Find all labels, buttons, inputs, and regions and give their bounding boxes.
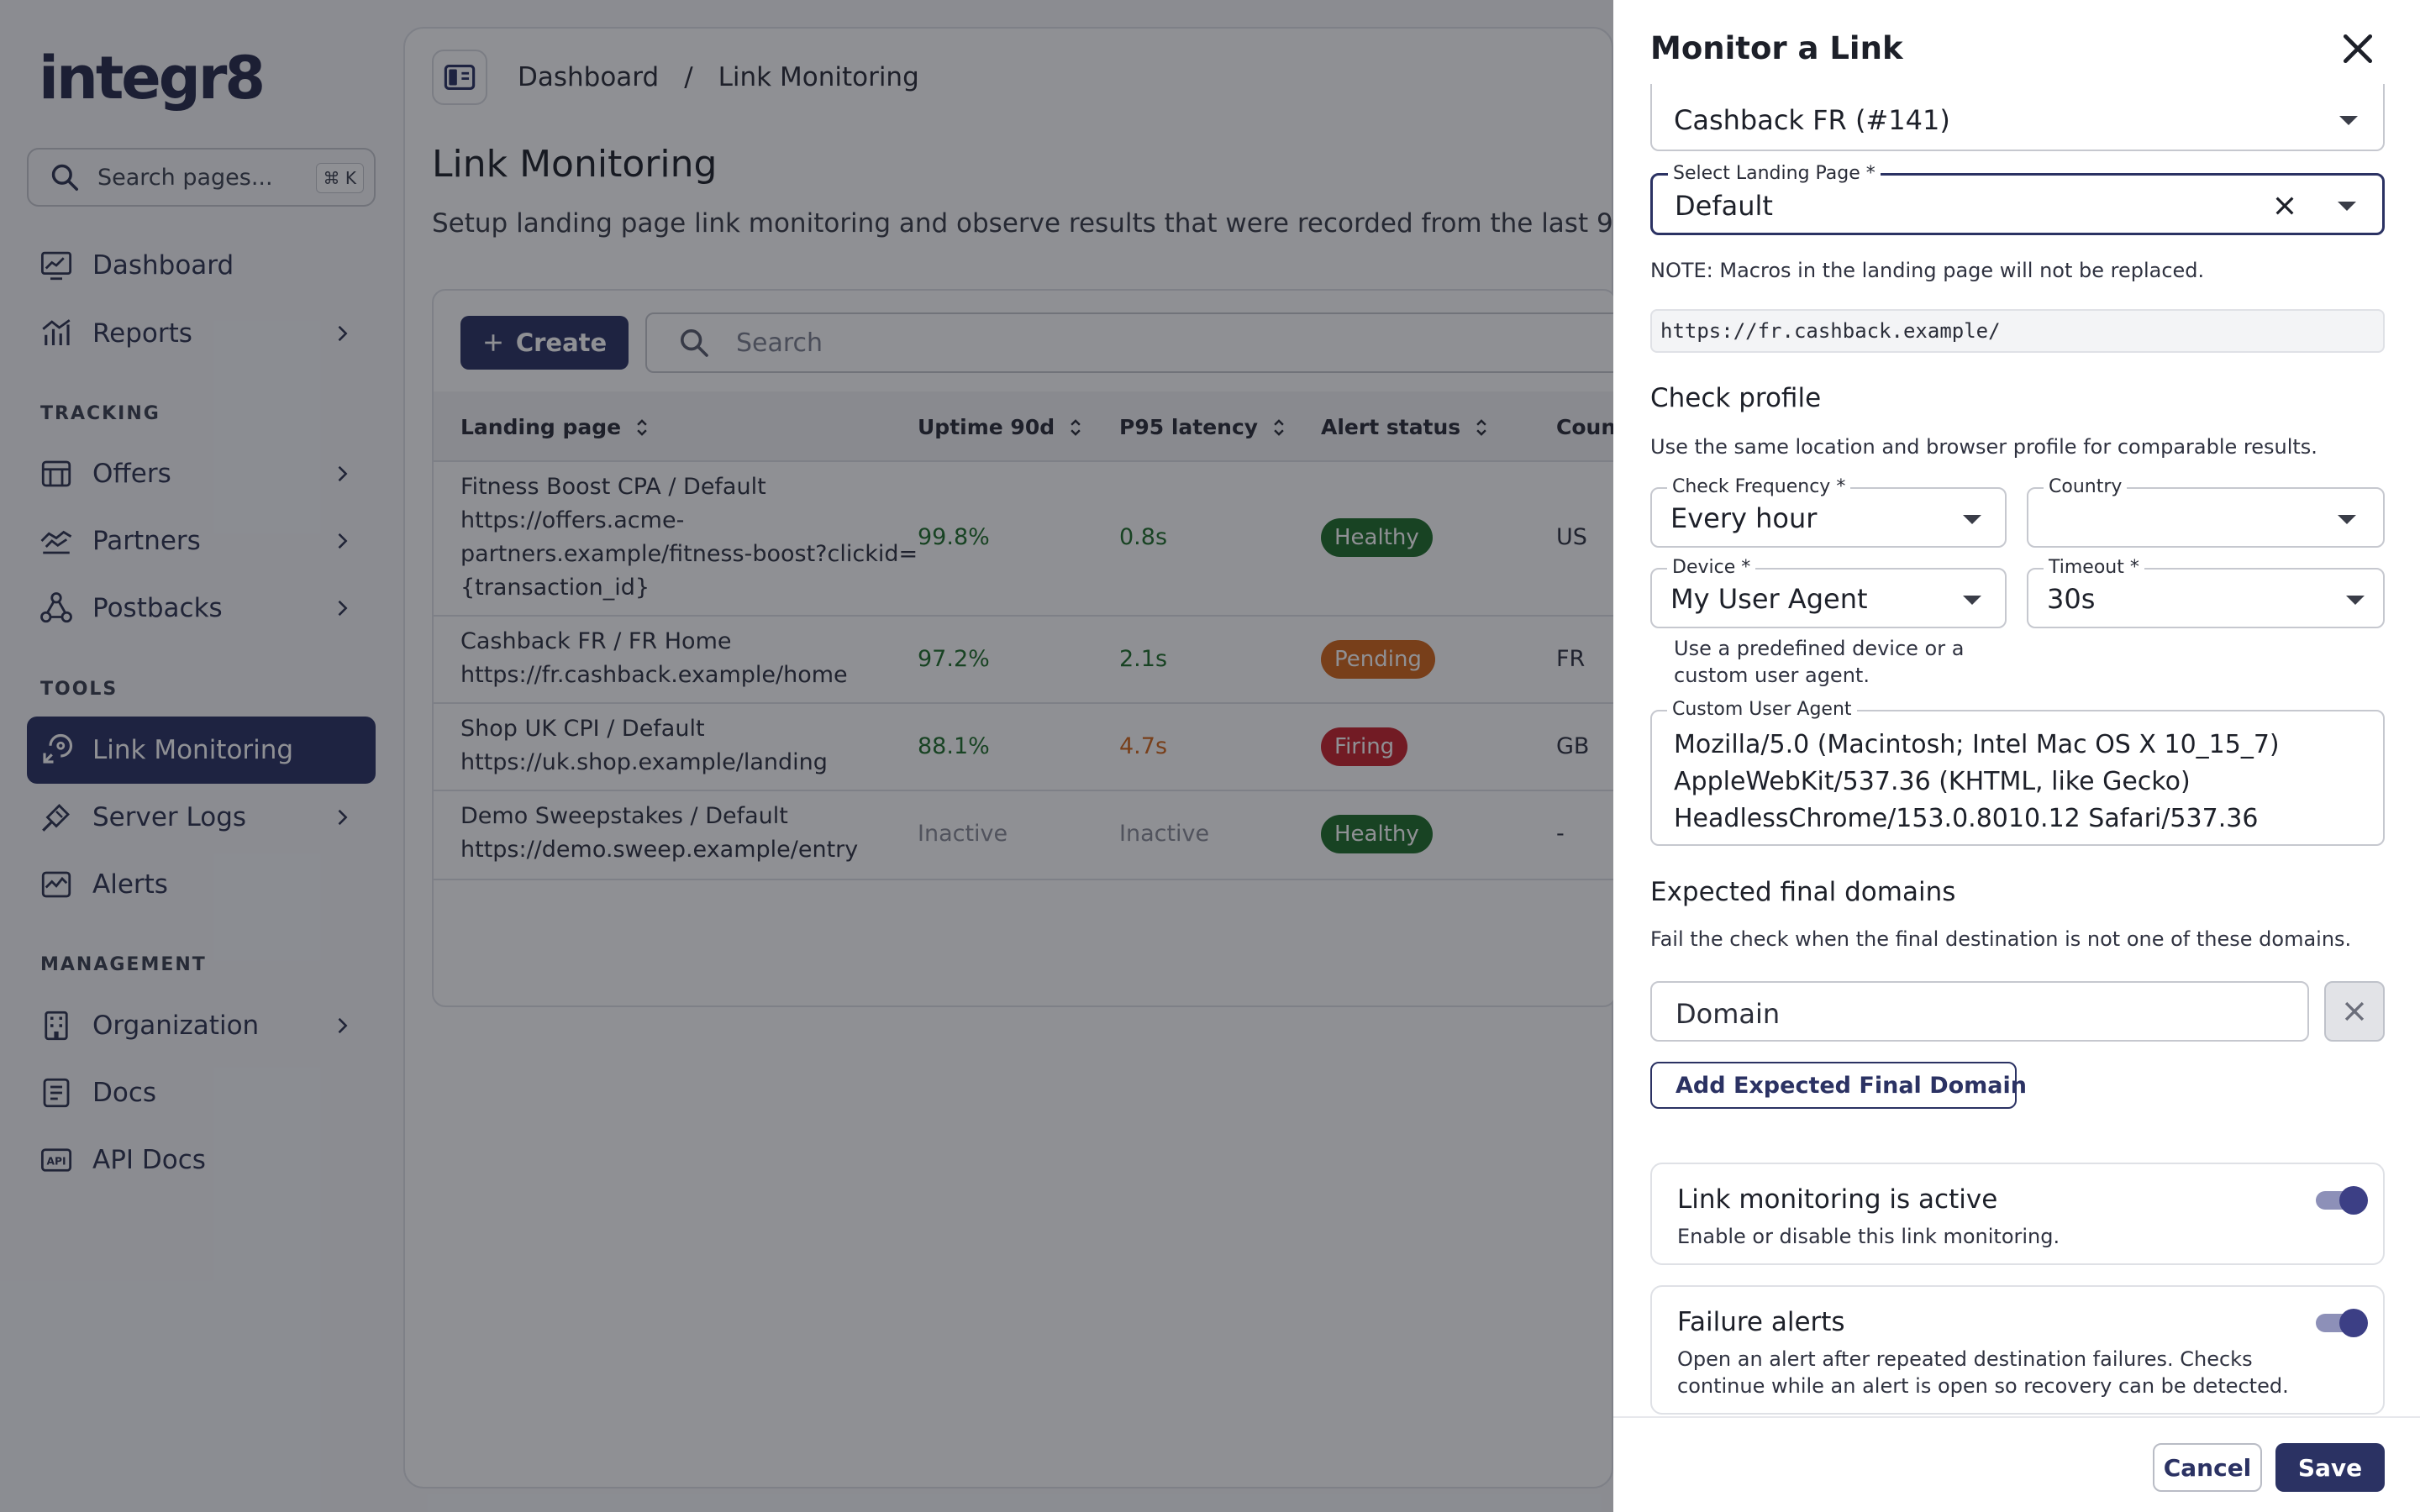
domain-placeholder: Domain — [1676, 998, 1781, 1030]
toggle-knob — [2339, 1186, 2368, 1215]
failure-alerts-title: Failure alerts — [1677, 1307, 1845, 1337]
ua-line: HeadlessChrome/153.0.8010.12 Safari/537.… — [1674, 804, 2259, 833]
save-button[interactable]: Save — [2275, 1443, 2385, 1492]
help-line: custom user agent. — [1674, 664, 1870, 687]
check-frequency-value: Every hour — [1670, 502, 1818, 534]
remove-domain-button[interactable] — [2324, 981, 2385, 1042]
offer-select[interactable]: Cashback FR (#141) — [1650, 84, 2385, 151]
modal-backdrop[interactable] — [0, 0, 1613, 1512]
close-icon — [2344, 1001, 2365, 1021]
close-icon[interactable] — [2339, 30, 2376, 67]
check-frequency-label: Check Frequency * — [1667, 476, 1851, 498]
device-help: Use a predefined device or a custom user… — [1674, 635, 1964, 689]
expected-domains-heading: Expected final domains — [1650, 877, 1956, 907]
landing-url: https://fr.cashback.example/ — [1650, 309, 2385, 353]
failure-alerts-help: Open an alert after repeated destination… — [1677, 1346, 2289, 1399]
chevron-down-icon — [1963, 596, 1981, 605]
toggle-knob — [2339, 1309, 2368, 1337]
cancel-button[interactable]: Cancel — [2153, 1443, 2262, 1492]
device-select[interactable]: Device * My User Agent — [1650, 557, 2007, 628]
panel-footer: Cancel Save — [1613, 1416, 2420, 1512]
monitoring-active-help: Enable or disable this link monitoring. — [1677, 1225, 2060, 1248]
ua-line: Mozilla/5.0 (Macintosh; Intel Mac OS X 1… — [1674, 730, 2280, 759]
user-agent-text: Mozilla/5.0 (Macintosh; Intel Mac OS X 1… — [1674, 727, 2280, 837]
monitoring-active-toggle[interactable] — [2316, 1186, 2368, 1215]
help-line: continue while an alert is open so recov… — [1677, 1374, 2289, 1398]
macro-note: NOTE: Macros in the landing page will no… — [1650, 259, 2205, 282]
help-line: Use a predefined device or a — [1674, 637, 1965, 660]
clear-icon[interactable] — [2271, 192, 2298, 219]
panel-title: Monitor a Link — [1650, 30, 1903, 66]
chevron-down-icon — [1963, 515, 1981, 524]
offer-select-value: Cashback FR (#141) — [1674, 104, 1950, 136]
check-profile-heading: Check profile — [1650, 383, 1822, 413]
landing-page-value: Default — [1675, 190, 1773, 222]
add-domain-label: Add Expected Final Domain — [1676, 1072, 2027, 1099]
monitoring-active-title: Link monitoring is active — [1677, 1184, 1998, 1215]
chevron-down-icon — [2338, 202, 2356, 211]
custom-user-agent-label: Custom User Agent — [1667, 699, 1857, 721]
domain-input[interactable]: Domain — [1650, 981, 2309, 1042]
chevron-down-icon — [2339, 116, 2358, 125]
landing-page-select[interactable]: Select Landing Page * Default — [1650, 163, 2385, 235]
add-expected-domain-button[interactable]: Add Expected Final Domain — [1650, 1062, 2027, 1109]
failure-alerts-card: Failure alerts Open an alert after repea… — [1650, 1285, 2385, 1415]
chevron-down-icon — [2346, 596, 2365, 605]
chevron-down-icon — [2338, 515, 2356, 524]
landing-page-label: Select Landing Page * — [1668, 163, 1881, 185]
help-line: Open an alert after repeated destination… — [1677, 1347, 2253, 1371]
country-label: Country — [2044, 476, 2128, 498]
device-value: My User Agent — [1670, 583, 1868, 615]
timeout-value: 30s — [2047, 583, 2096, 615]
check-frequency-select[interactable]: Check Frequency * Every hour — [1650, 476, 2007, 548]
failure-alerts-toggle[interactable] — [2316, 1309, 2368, 1337]
monitoring-active-card: Link monitoring is active Enable or disa… — [1650, 1163, 2385, 1265]
expected-domains-help: Fail the check when the final destinatio… — [1650, 927, 2352, 951]
ua-line: AppleWebKit/537.36 (KHTML, like Gecko) — [1674, 767, 2191, 796]
check-profile-help: Use the same location and browser profil… — [1650, 435, 2317, 459]
timeout-label: Timeout * — [2044, 557, 2144, 579]
device-label: Device * — [1667, 557, 1756, 579]
timeout-select[interactable]: Timeout * 30s — [2027, 557, 2385, 628]
custom-user-agent-textarea[interactable]: Custom User Agent Mozilla/5.0 (Macintosh… — [1650, 699, 2385, 846]
country-select[interactable]: Country — [2027, 476, 2385, 548]
monitor-link-panel: Monitor a Link Cashback FR (#141) Select… — [1613, 0, 2420, 1512]
